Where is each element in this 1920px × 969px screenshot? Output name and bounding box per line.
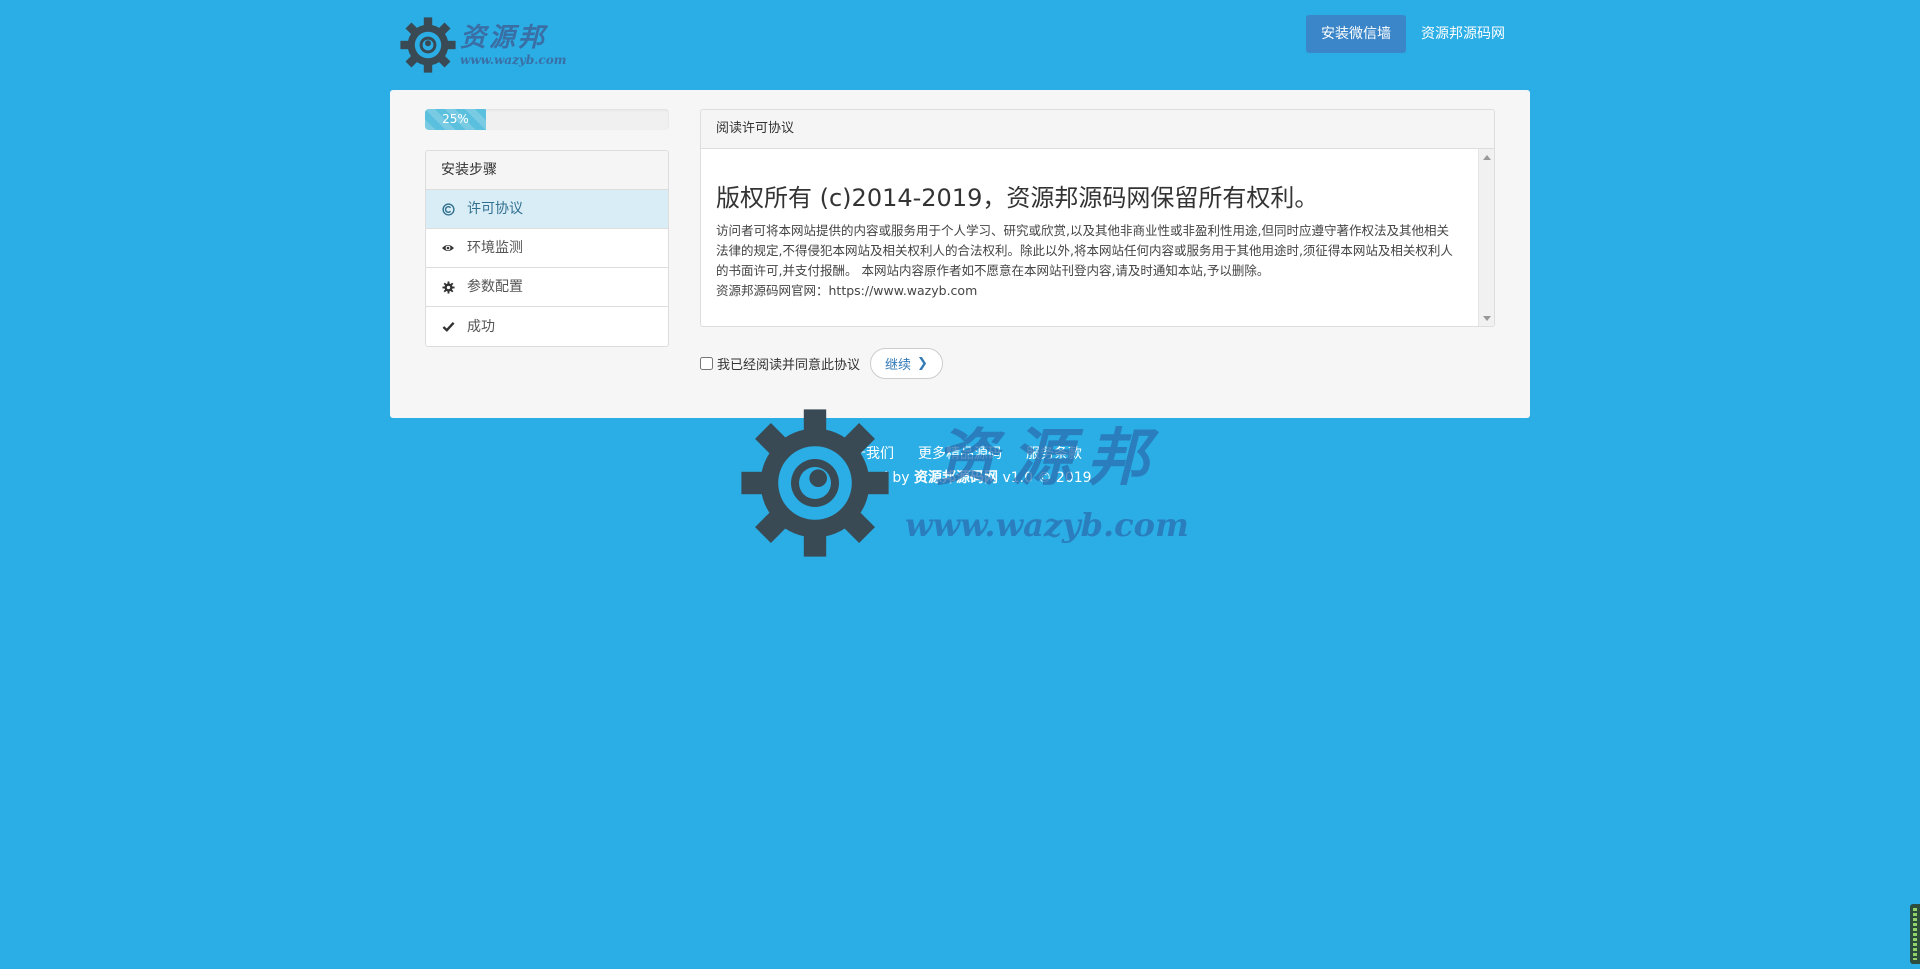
logo-url: www.wazyb.com — [460, 53, 567, 67]
footer-link-more-source[interactable]: 更多精品源码 — [918, 444, 1002, 464]
scroll-down-icon[interactable] — [1483, 316, 1491, 321]
step-license[interactable]: 许可协议 — [426, 190, 668, 229]
eye-icon — [441, 241, 455, 255]
footer-links: 关于我们 更多精品源码 服务条款 — [0, 444, 1920, 464]
install-steps: 安装步骤 许可协议 环境监测 参数配置 成功 — [425, 150, 669, 347]
license-panel: 阅读许可协议 版权所有 (c)2014-2019，资源邦源码网保留所有权利。 访… — [700, 109, 1495, 327]
gear-icon — [441, 280, 455, 294]
top-nav: 安装微信墙 资源邦源码网 — [1306, 15, 1520, 53]
progress-fill: 25% — [425, 109, 486, 130]
step-label: 环境监测 — [467, 240, 523, 256]
footer-link-terms[interactable]: 服务条款 — [1026, 444, 1082, 464]
step-env-check[interactable]: 环境监测 — [426, 229, 668, 268]
continue-label: 继续 — [885, 358, 912, 373]
scroll-up-icon[interactable] — [1483, 155, 1491, 160]
step-label: 许可协议 — [467, 201, 523, 217]
footer-copyright: Powered by 资源邦源码网 v1.0 © 2019 — [0, 468, 1920, 488]
agree-label[interactable]: 我已经阅读并同意此协议 — [717, 354, 860, 373]
logo[interactable]: 资源邦 www.wazyb.com — [398, 14, 568, 76]
check-icon — [441, 320, 455, 334]
copyright-icon — [441, 202, 455, 216]
progress-bar: 25% — [425, 109, 669, 130]
copyright-suffix: v1.0 © 2019 — [998, 470, 1092, 486]
logo-name: 资源邦 — [460, 23, 548, 53]
license-text: 访问者可将本网站提供的内容或服务用于个人学习、研究或欣赏,以及其他非商业性或非盈… — [716, 223, 1453, 278]
agree-row: 我已经阅读并同意此协议 继续 ❯ — [700, 348, 943, 379]
copyright-prefix: Powered by — [828, 470, 915, 486]
meter-icon — [1913, 908, 1917, 960]
license-header: 阅读许可协议 — [701, 110, 1494, 149]
chevron-right-icon: ❯ — [917, 356, 928, 371]
license-official-site: 资源邦源码网官网：https://www.wazyb.com — [716, 283, 978, 298]
footer-link-about[interactable]: 关于我们 — [838, 444, 894, 464]
step-label: 参数配置 — [467, 279, 523, 295]
corner-meter-widget[interactable] — [1910, 904, 1920, 964]
footer: 关于我们 更多精品源码 服务条款 Powered by 资源邦源码网 v1.0 … — [0, 444, 1920, 488]
continue-button[interactable]: 继续 ❯ — [870, 348, 943, 379]
copyright-brand[interactable]: 资源邦源码网 — [914, 470, 998, 486]
install-panel: 25% 安装步骤 许可协议 环境监测 参数配置 成功 阅读许可协议 版权所有 (… — [390, 90, 1530, 418]
step-success[interactable]: 成功 — [426, 307, 668, 346]
step-config[interactable]: 参数配置 — [426, 268, 668, 307]
nav-source-site[interactable]: 资源邦源码网 — [1406, 15, 1520, 53]
license-content[interactable]: 版权所有 (c)2014-2019，资源邦源码网保留所有权利。 访问者可将本网站… — [701, 149, 1494, 326]
step-label: 成功 — [467, 318, 495, 335]
agree-checkbox[interactable] — [700, 357, 713, 370]
watermark-url: www.wazyb.com — [905, 506, 1189, 544]
license-scrollbar[interactable] — [1478, 149, 1494, 326]
header: 资源邦 www.wazyb.com 安装微信墙 资源邦源码网 — [0, 0, 1920, 90]
license-title: 版权所有 (c)2014-2019，资源邦源码网保留所有权利。 — [716, 184, 1319, 212]
nav-install-wechat-wall[interactable]: 安装微信墙 — [1306, 15, 1406, 53]
logo-gear-icon — [400, 17, 456, 73]
steps-title: 安装步骤 — [426, 151, 668, 190]
